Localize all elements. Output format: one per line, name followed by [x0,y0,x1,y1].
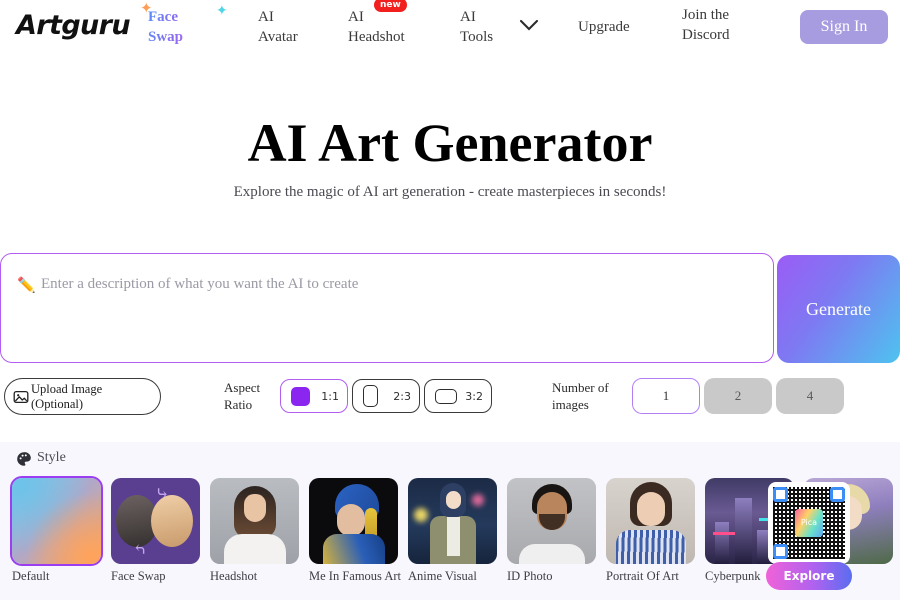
nav-item-ai-avatar[interactable]: AI Avatar [258,7,332,47]
generate-button[interactable]: Generate [777,255,900,363]
nav-discord-line2: Discord [682,27,730,43]
upload-label-line1: Upload Image [31,382,103,396]
nav-item-upgrade[interactable]: Upgrade [578,17,668,37]
pencil-icon: ✏️ [17,278,36,294]
portrait-shape-icon [363,385,378,407]
style-item-default[interactable]: Default [10,476,103,583]
style-thumbnail-headshot [210,478,299,564]
qr-code-pattern: Pica [773,487,845,559]
qr-code-overlay[interactable]: Pica [768,482,850,564]
style-label-face-swap: Face Swap [111,569,166,583]
image-upload-icon [13,390,29,404]
chevron-down-icon[interactable] [518,18,540,32]
number-images-4-button[interactable]: 4 [776,378,844,414]
style-item-face-swap[interactable]: ⤷ ⤷ Face Swap [111,478,200,583]
new-badge: new [374,0,407,12]
aspect-ratio-3-2-button[interactable]: 3:2 [424,379,492,413]
qr-corner-marker-top-left [773,487,788,502]
style-item-me-in-famous-art[interactable]: Me In Famous Art [309,478,401,583]
prompt-placeholder: Enter a description of what you want the… [41,276,359,292]
upload-image-button[interactable]: Upload Image (Optional) [4,378,161,415]
style-header-label: Style [37,450,66,465]
palette-icon [17,452,31,466]
style-item-anime-visual[interactable]: Anime Visual [408,478,497,583]
aspect-ratio-label-line2: Ratio [224,397,253,412]
upload-label-line2: (Optional) [31,397,84,411]
square-shape-icon [291,387,310,406]
style-item-id-photo[interactable]: ID Photo [507,478,596,583]
top-navigation-bar: Artguru ✦ ✦ Face Swap AI Avatar AI Heads… [0,0,900,58]
style-item-headshot[interactable]: Headshot [210,478,299,583]
style-label-anime-visual: Anime Visual [408,569,477,583]
sparkle-icon-right: ✦ [216,4,228,19]
aspect-ratio-1-1-label: 1:1 [321,390,339,403]
style-thumbnail-anime-visual [408,478,497,564]
nav-ai-tools-line2: Tools [460,29,494,45]
aspect-ratio-2-3-label: 2:3 [393,390,411,403]
style-panel: Style Default ⤷ ⤷ Face Swap Headshot Me I… [0,442,900,600]
number-images-1-button[interactable]: 1 [632,378,700,414]
nav-ai-avatar-line2: Avatar [258,29,298,45]
nav-discord-line1: Join the [682,7,730,23]
style-thumbnail-id-photo [507,478,596,564]
nav-item-face-swap[interactable]: Face Swap [148,7,208,47]
style-thumbnail-default [10,476,103,566]
nav-face-swap-line1: Face [148,9,178,25]
qr-center-logo: Pica [795,509,823,537]
number-of-images-label-line2: images [552,397,589,412]
style-thumbnail-me-in-famous-art [309,478,398,564]
nav-face-swap-line2: Swap [148,29,184,45]
nav-ai-avatar-line1: AI [258,9,274,25]
aspect-ratio-label: Aspect Ratio [224,379,284,413]
style-thumbnail-face-swap: ⤷ ⤷ [111,478,200,564]
nav-ai-headshot-line2: Headshot [348,29,405,45]
nav-item-join-discord[interactable]: Join the Discord [682,5,762,45]
aspect-ratio-2-3-button[interactable]: 2:3 [352,379,420,413]
sign-in-button[interactable]: Sign In [800,10,888,44]
brand-logo[interactable]: Artguru [16,10,131,41]
page-title: AI Art Generator [247,113,653,173]
number-of-images-label: Number of images [552,379,618,413]
style-label-me-in-famous-art: Me In Famous Art [309,569,402,583]
style-label-id-photo: ID Photo [507,569,553,583]
style-thumbnail-portrait-of-art [606,478,695,564]
number-of-images-label-line1: Number of [552,380,609,395]
aspect-ratio-1-1-button[interactable]: 1:1 [280,379,348,413]
page-subtitle: Explore the magic of AI art generation -… [233,184,667,200]
options-row: Upload Image (Optional) Aspect Ratio 1:1… [0,374,900,424]
prompt-input[interactable]: ✏️ Enter a description of what you want … [0,253,774,363]
prompt-section: ✏️ Enter a description of what you want … [0,253,900,365]
nav-ai-tools-line1: AI [460,9,476,25]
number-images-2-button[interactable]: 2 [704,378,772,414]
aspect-ratio-label-line1: Aspect [224,380,261,395]
style-item-portrait-of-art[interactable]: Portrait Of Art [606,478,695,583]
qr-corner-marker-bottom-left [773,544,788,559]
qr-corner-marker-top-right [830,487,845,502]
aspect-ratio-3-2-label: 3:2 [465,390,483,403]
style-label-portrait-of-art: Portrait Of Art [606,569,679,583]
style-label-headshot: Headshot [210,569,258,583]
landscape-shape-icon [435,389,457,404]
nav-item-ai-headshot[interactable]: AI Headshot [348,7,422,47]
style-label-default: Default [12,569,50,583]
nav-item-ai-tools[interactable]: AI Tools [460,7,516,47]
explore-button[interactable]: Explore [766,562,852,590]
